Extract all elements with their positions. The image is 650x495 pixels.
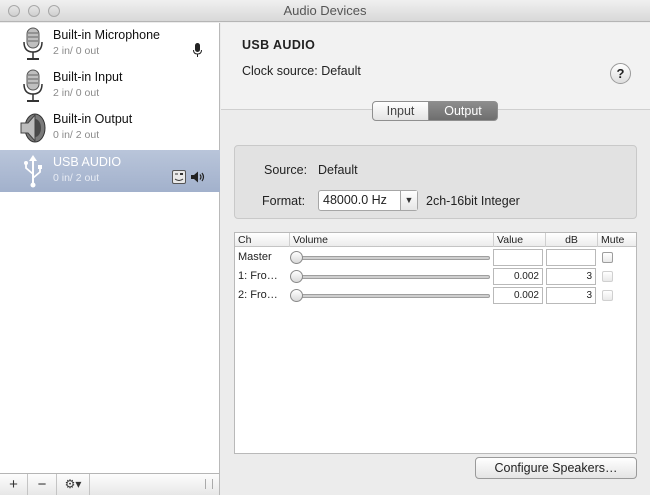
device-name: Built-in Microphone: [53, 28, 160, 42]
ch2-value-field[interactable]: 0.002: [493, 287, 543, 304]
device-item-built-in-input[interactable]: Built-in Input 2 in/ 0 out: [0, 65, 220, 107]
device-item-built-in-microphone[interactable]: Built-in Microphone 2 in/ 0 out: [0, 23, 220, 65]
format-label: Format:: [262, 194, 306, 208]
resize-handle[interactable]: [205, 479, 213, 489]
ch1-volume-slider[interactable]: [295, 275, 490, 279]
microphone-icon: [23, 27, 43, 60]
ch2-volume-slider[interactable]: [295, 294, 490, 298]
device-name: Built-in Input: [53, 70, 123, 84]
window-title: Audio Devices: [283, 3, 367, 18]
tab-output[interactable]: Output: [428, 101, 498, 121]
device-name: Built-in Output: [53, 112, 133, 126]
table-row-ch2: 2: Fro… 0.002 3: [235, 286, 636, 305]
bit-format-label: 2ch-16bit Integer: [426, 194, 520, 208]
table-header: Ch Volume Value dB Mute: [235, 233, 636, 247]
channel-label: Master: [238, 251, 272, 263]
column-header-db[interactable]: dB: [546, 233, 598, 247]
channel-table: Ch Volume Value dB Mute Master 1: Fro… 0…: [234, 232, 637, 454]
microphone-badge-icon: [193, 43, 202, 57]
add-device-button[interactable]: +: [0, 474, 28, 495]
device-io: 0 in/ 2 out: [53, 129, 100, 141]
clock-source: Clock source: Default: [242, 64, 361, 78]
minimize-window-button[interactable]: [28, 5, 40, 17]
table-row-ch1: 1: Fro… 0.002 3: [235, 267, 636, 286]
ch2-volume-knob[interactable]: [290, 289, 303, 302]
action-menu-button[interactable]: ⚙▾: [57, 474, 90, 495]
device-info-pane: USB AUDIO Clock source: Default ?: [221, 23, 650, 110]
device-io: 2 in/ 0 out: [53, 87, 100, 99]
format-panel: Source: Default Format: 48000.0 Hz ▼ 2ch…: [234, 145, 637, 219]
channel-label: 2: Fro…: [238, 289, 278, 301]
ch1-value-field[interactable]: 0.002: [493, 268, 543, 285]
source-label: Source:: [264, 163, 308, 177]
speaker-badge-icon: [191, 171, 205, 183]
speaker-icon: [20, 113, 46, 143]
master-mute-checkbox[interactable]: [602, 252, 613, 263]
device-io: 0 in/ 2 out: [53, 172, 100, 184]
column-header-volume[interactable]: Volume: [290, 233, 494, 247]
master-db-field[interactable]: [546, 249, 596, 266]
configure-speakers-button[interactable]: Configure Speakers…: [475, 457, 637, 479]
column-header-ch[interactable]: Ch: [235, 233, 290, 247]
remove-device-button[interactable]: −: [28, 474, 57, 495]
usb-icon: [24, 155, 42, 188]
ch1-db-field[interactable]: 3: [546, 268, 596, 285]
source-value: Default: [318, 163, 358, 177]
tab-input[interactable]: Input: [372, 101, 429, 121]
master-volume-slider[interactable]: [295, 256, 490, 260]
table-row-master: Master: [235, 248, 636, 267]
clock-source-value[interactable]: Default: [321, 64, 361, 78]
sidebar-bottom-bar: + − ⚙▾: [0, 473, 220, 495]
ch1-volume-knob[interactable]: [290, 270, 303, 283]
device-io: 2 in/ 0 out: [53, 45, 100, 57]
device-list: Built-in Microphone 2 in/ 0 out Built-in…: [0, 23, 220, 473]
device-title: USB AUDIO: [242, 38, 316, 52]
device-item-usb-audio[interactable]: USB AUDIO 0 in/ 2 out: [0, 150, 220, 192]
sample-rate-select[interactable]: 48000.0 Hz ▼: [318, 190, 418, 211]
finder-icon: [172, 170, 186, 184]
column-header-mute[interactable]: Mute: [598, 233, 636, 247]
ch2-db-field[interactable]: 3: [546, 287, 596, 304]
channel-label: 1: Fro…: [238, 270, 278, 282]
column-header-value[interactable]: Value: [494, 233, 546, 247]
window-titlebar: Audio Devices: [0, 0, 650, 22]
clock-source-label: Clock source:: [242, 64, 318, 78]
zoom-window-button[interactable]: [48, 5, 60, 17]
chevron-down-icon: ▼: [400, 191, 417, 210]
help-button[interactable]: ?: [610, 63, 631, 84]
ch1-mute-checkbox[interactable]: [602, 271, 613, 282]
master-volume-knob[interactable]: [290, 251, 303, 264]
device-item-built-in-output[interactable]: Built-in Output 0 in/ 2 out: [0, 107, 220, 149]
ch2-mute-checkbox[interactable]: [602, 290, 613, 301]
master-value-field[interactable]: [493, 249, 543, 266]
device-name: USB AUDIO: [53, 155, 122, 169]
microphone-icon: [23, 69, 43, 102]
sample-rate-value: 48000.0 Hz: [323, 193, 387, 207]
close-window-button[interactable]: [8, 5, 20, 17]
